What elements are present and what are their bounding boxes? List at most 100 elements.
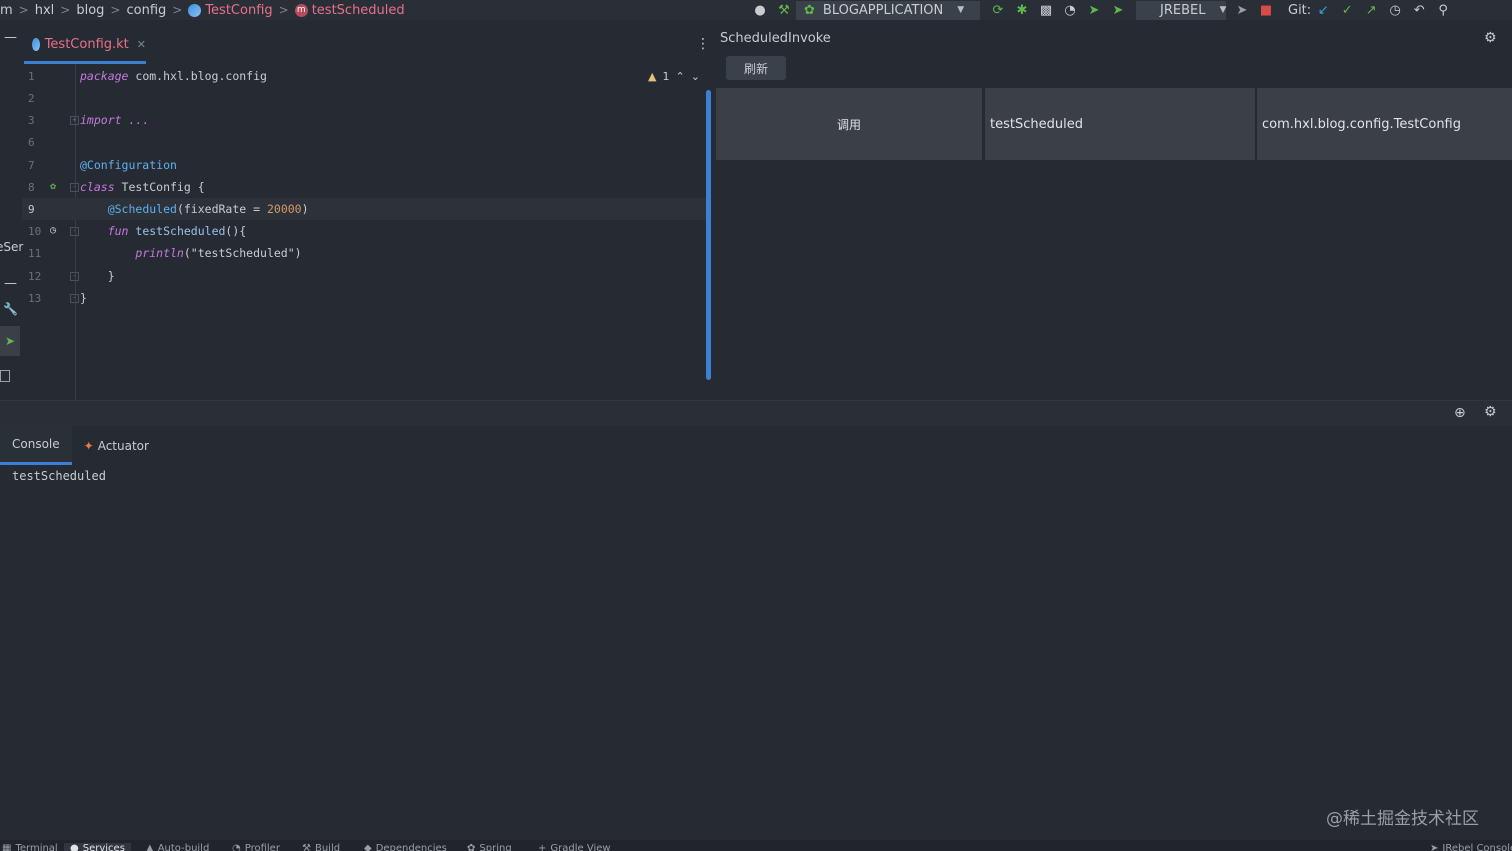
breadcrumb-item-testconfig[interactable]: TestConfig > [188, 3, 294, 18]
method-icon: m [294, 3, 308, 17]
git-push-icon[interactable]: ↗ [1363, 2, 1379, 18]
code-line: 8 ✿ - class TestConfig { [28, 180, 205, 194]
run-configuration-select[interactable]: ✿ BLOGAPPLICATION ▼ [796, 0, 980, 20]
method-name-cell: testScheduled [985, 88, 1255, 160]
chevron-right-icon: > [172, 3, 183, 17]
profile-icon[interactable]: ◔ [1062, 2, 1078, 18]
chevron-down-icon: ▼ [1219, 5, 1227, 15]
fold-end-icon[interactable]: - [70, 293, 79, 303]
watermark: @稀土掘金技术社区 [1326, 809, 1479, 829]
statusbar-auto-build[interactable]: ▲ Auto-build [146, 843, 209, 851]
statusbar-spring[interactable]: ✿ Spring [467, 843, 512, 851]
code-line-current: 9 @Scheduled(fixedRate = 20000) [22, 198, 706, 220]
editor-tab-bar: TestConfig.kt ✕ ⋮ [22, 28, 716, 64]
code-line: 7 @Configuration [28, 158, 177, 172]
spring-app-icon: ✿ [804, 2, 815, 18]
statusbar-jrebel-console[interactable]: ➤ JRebel Console [1430, 843, 1512, 851]
fold-minus-icon[interactable]: - [70, 182, 79, 192]
jrebel-select[interactable]: JREBEL ▼ [1136, 0, 1227, 20]
tab-actuator[interactable]: ✦ Actuator [72, 426, 161, 465]
fold-minus-icon[interactable]: - [70, 226, 79, 236]
hammer-icon: ⚒ [302, 843, 311, 851]
statusbar-dependencies[interactable]: ◆ Dependencies [364, 843, 447, 851]
breadcrumb-item-blog[interactable]: blog > [76, 3, 126, 18]
code-line: 11 println("testScheduled") [28, 246, 302, 260]
history-icon[interactable]: ◷ [1387, 2, 1403, 18]
git-commit-icon[interactable]: ✓ [1339, 2, 1355, 18]
breadcrumb-item-hxl[interactable]: hxl > [35, 3, 77, 18]
chevron-down-icon: ▼ [957, 5, 965, 15]
toolbar: ● ⚒ ✿ BLOGAPPLICATION ▼ ⟳ ✱ ▩ ◔ ➤ ➤ JREB… [748, 0, 1455, 20]
breadcrumb-item-testscheduled[interactable]: m testScheduled [294, 3, 405, 18]
coverage-icon[interactable]: ▩ [1038, 2, 1054, 18]
services-icon: ● [70, 843, 79, 851]
tab-testconfig-kt[interactable]: TestConfig.kt ✕ [24, 28, 146, 64]
terminal-icon: ▦ [2, 843, 12, 851]
jrebel-icon[interactable]: ➤ [1234, 2, 1250, 18]
wrench-icon[interactable]: 🔧 [3, 302, 18, 316]
gear-icon[interactable]: ⚙ [1484, 30, 1497, 46]
console-output: testScheduled [12, 469, 106, 483]
minimize-icon[interactable]: — [4, 276, 17, 291]
clock-icon[interactable]: ◷ [47, 225, 59, 237]
chevron-right-icon: > [278, 3, 289, 17]
spring-bean-icon[interactable]: ✿ [47, 181, 59, 193]
gear-icon[interactable]: ⚙ [1484, 404, 1497, 420]
layout-icon[interactable] [0, 370, 10, 382]
dependencies-icon: ◆ [364, 843, 372, 851]
fold-end-icon[interactable]: - [70, 271, 79, 281]
git-update-icon[interactable]: ↙ [1315, 2, 1331, 18]
tab-console[interactable]: Console [0, 426, 72, 465]
jrebel-run-icon[interactable]: ➤ [1086, 2, 1102, 18]
bottom-tabs: Console ✦ Actuator [0, 426, 1512, 465]
scheduled-invoke-panel: ScheduledInvoke ⚙ 刷新 调用 testScheduled co… [716, 28, 1512, 400]
kotlin-class-icon [188, 3, 202, 17]
statusbar-build[interactable]: ⚒ Build [302, 843, 340, 851]
code-line: 3 + import ... [28, 113, 150, 127]
breadcrumb-item-m[interactable]: m > [0, 3, 35, 18]
user-icon[interactable]: ● [752, 2, 768, 18]
statusbar-terminal[interactable]: ▦ Terminal [2, 843, 58, 851]
class-name-cell: com.hxl.blog.config.TestConfig [1257, 88, 1512, 160]
stop-icon[interactable]: ■ [1258, 2, 1274, 18]
search-icon[interactable]: ⚲ [1435, 2, 1451, 18]
chevron-right-icon: > [18, 3, 29, 17]
statusbar-gradle-view[interactable]: + Gradle View [538, 843, 611, 851]
minimize-icon[interactable]: — [4, 30, 17, 45]
rerun-icon[interactable]: ⟳ [990, 2, 1006, 18]
actuator-icon: ✦ [83, 438, 94, 453]
panel-title: ScheduledInvoke [720, 31, 831, 46]
git-label: Git: [1288, 2, 1312, 18]
jrebel-debug-icon[interactable]: ➤ [1110, 2, 1126, 18]
code-line: 12 - } [28, 269, 115, 283]
code-line: 1 package com.hxl.blog.config [28, 69, 267, 83]
jrebel-icon: ➤ [1430, 843, 1439, 851]
fold-plus-icon[interactable]: + [70, 115, 79, 125]
breadcrumb-item-config[interactable]: config > [126, 3, 188, 18]
debug-icon[interactable]: ✱ [1014, 2, 1030, 18]
code-editor[interactable]: ▲ 1 ⌃ ⌄ 1 package com.hxl.blog.config 2 … [22, 64, 712, 400]
kotlin-file-icon [32, 38, 40, 51]
auto-build-icon: ▲ [146, 843, 154, 851]
code-line: 2 [28, 91, 35, 105]
chevron-right-icon: > [60, 3, 71, 17]
navigation-bar: m > hxl > blog > config > TestConfig > m testS… [0, 0, 1512, 20]
statusbar-services[interactable]: ● Services [64, 843, 131, 851]
hammer-icon[interactable]: ⚒ [776, 2, 792, 18]
plus-icon: + [538, 843, 547, 851]
status-bar: ▦ Terminal ● Services ▲ Auto-build ◔ Profile… [0, 840, 1512, 851]
statusbar-profiler[interactable]: ◔ Profiler [232, 843, 280, 851]
code-line: 13 - } [28, 291, 87, 305]
scheduled-task-row: 调用 testScheduled com.hxl.blog.config.Tes… [716, 88, 1512, 160]
scheduled-invoke-icon[interactable]: ➤ [0, 326, 20, 356]
rollback-icon[interactable]: ↶ [1411, 2, 1427, 18]
more-vertical-icon[interactable]: ⋮ [696, 36, 710, 52]
target-icon[interactable]: ⊕ [1454, 405, 1466, 421]
invoke-button[interactable]: 调用 [716, 88, 982, 160]
left-strip-partial-text: eSer [0, 240, 24, 254]
close-icon[interactable]: ✕ [137, 38, 146, 51]
editor-scrollbar[interactable] [706, 90, 711, 380]
code-line: 10 ◷ - fun testScheduled(){ [28, 224, 247, 238]
refresh-button[interactable]: 刷新 [726, 56, 786, 80]
code-line: 6 [28, 135, 35, 149]
